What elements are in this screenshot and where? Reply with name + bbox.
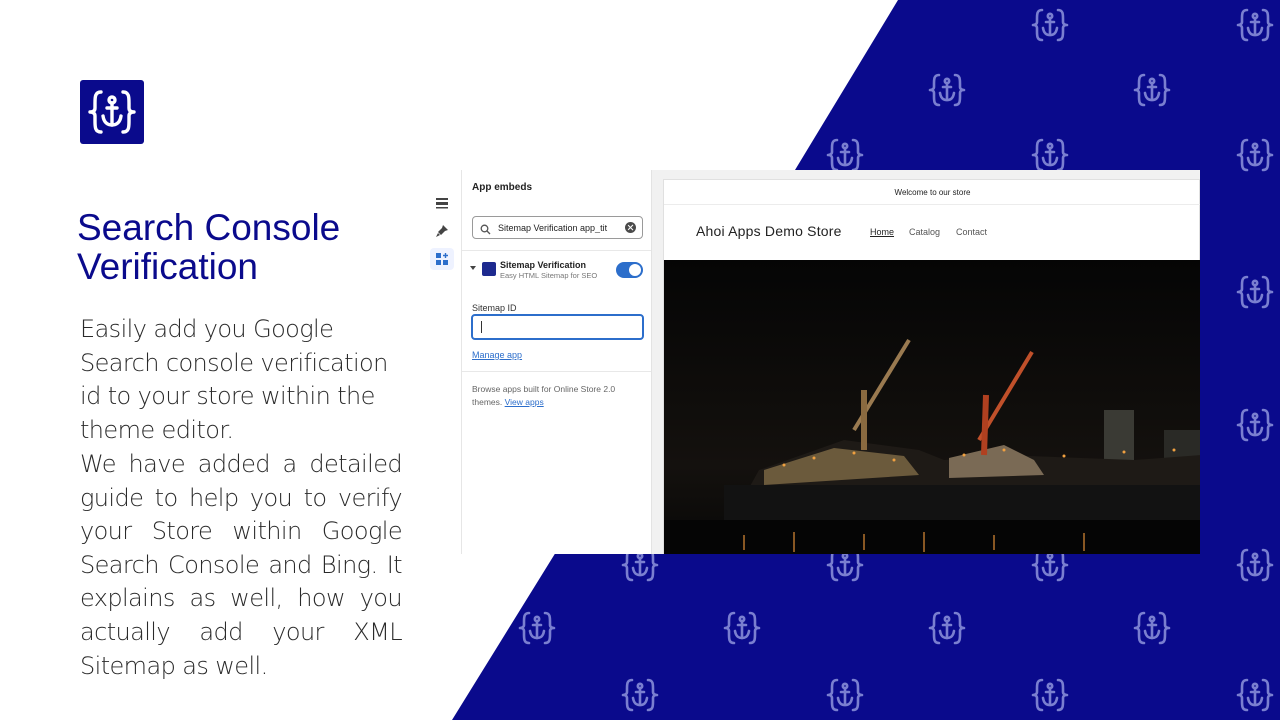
sections-icon[interactable] — [430, 192, 454, 214]
announcement-bar: Welcome to our store — [664, 180, 1200, 205]
nav-contact[interactable]: Contact — [956, 227, 987, 237]
store-name[interactable]: Ahoi Apps Demo Store — [696, 223, 842, 239]
anchor-braces-icon — [80, 80, 144, 144]
intro-paragraph: Easily add you Google Search console ver… — [80, 315, 388, 444]
search-icon — [480, 222, 491, 240]
app-blocks-icon[interactable] — [430, 248, 454, 270]
browse-apps-text: Browse apps built for Online Store 2.0 t… — [472, 383, 642, 409]
store-preview: Welcome to our store Ahoi Apps Demo Stor… — [663, 179, 1200, 554]
divider — [462, 250, 651, 251]
theme-editor-screenshot: App embeds Sitemap Verification app_tit … — [425, 170, 1200, 554]
title-line-2: Verification — [77, 246, 258, 287]
view-apps-link[interactable]: View apps — [505, 397, 544, 407]
manage-app-link[interactable]: Manage app — [472, 350, 522, 360]
page-title: Search Console Verification — [77, 208, 417, 286]
app-embed-toggle[interactable] — [616, 262, 643, 278]
toggle-knob — [629, 264, 641, 276]
divider — [462, 371, 651, 372]
text-cursor — [481, 321, 482, 333]
title-line-1: Search Console — [77, 207, 341, 248]
panel-title: App embeds — [472, 182, 533, 193]
clear-icon[interactable] — [625, 222, 636, 233]
nav-home[interactable]: Home — [870, 227, 894, 237]
search-value: Sitemap Verification app_tit — [498, 223, 608, 233]
app-logo-icon — [482, 262, 496, 276]
brush-icon[interactable] — [430, 220, 454, 242]
sitemap-id-label: Sitemap ID — [472, 303, 517, 313]
app-embeds-panel: App embeds Sitemap Verification app_tit … — [461, 170, 652, 554]
chevron-down-icon[interactable] — [470, 266, 476, 270]
guide-paragraph: We have added a detailed guide to help y… — [80, 450, 403, 680]
hero-image — [664, 260, 1200, 554]
editor-rail — [425, 170, 461, 554]
nav-catalog[interactable]: Catalog — [909, 227, 940, 237]
app-name: Sitemap Verification — [500, 260, 587, 270]
app-subtitle: Easy HTML Sitemap for SEO — [500, 271, 598, 280]
sitemap-id-field[interactable] — [471, 314, 644, 340]
search-input[interactable]: Sitemap Verification app_tit — [472, 216, 643, 239]
